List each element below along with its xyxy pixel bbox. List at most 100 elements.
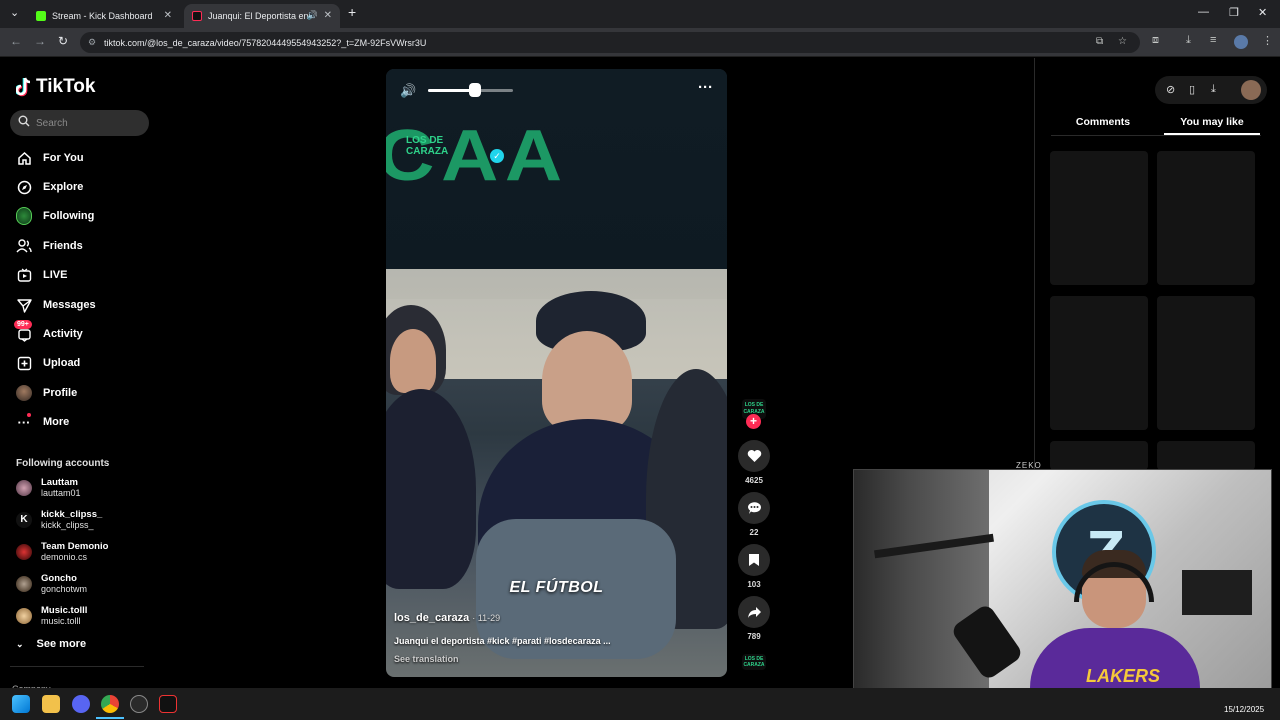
suggested-video-thumbnail[interactable]	[1157, 441, 1255, 470]
install-app-icon[interactable]: ⧉	[1096, 36, 1103, 47]
video-author[interactable]: los_de_caraza · 11-29	[394, 612, 500, 624]
taskbar: 15/12/2025	[0, 688, 1280, 720]
tab-close-icon[interactable]: ✕	[164, 10, 172, 21]
nav-live[interactable]: LIVE	[16, 264, 67, 286]
tiktok-note-icon	[14, 77, 32, 97]
chrome-icon[interactable]	[101, 695, 119, 713]
close-window-icon[interactable]: ✕	[1258, 6, 1267, 19]
nav-label: Following	[43, 210, 95, 222]
comment-button[interactable]	[738, 492, 770, 524]
active-app-indicator	[96, 717, 124, 719]
suggested-video-thumbnail[interactable]	[1050, 296, 1148, 430]
nav-label: Explore	[43, 181, 84, 193]
messages-icon	[16, 297, 32, 313]
extensions-icon[interactable]: ⧈	[1152, 34, 1159, 47]
bookmark-star-icon[interactable]: ☆	[1118, 36, 1127, 47]
video-more-options-icon[interactable]: ···	[698, 79, 713, 96]
nav-friends[interactable]: Friends	[16, 235, 83, 257]
tab-tiktok-video[interactable]: Juanqui: El Deportista en A 🔊 ✕	[184, 4, 340, 28]
tab-search-icon[interactable]: ⌄	[10, 6, 19, 19]
discord-icon[interactable]	[72, 695, 90, 713]
browser-toolbar: ← → ↻ ⚙ tiktok.com/@los_de_caraza/video/…	[0, 28, 1280, 57]
minimize-icon[interactable]: —	[1198, 6, 1209, 18]
browser-menu-icon[interactable]: ⋮	[1262, 34, 1273, 47]
nav-activity[interactable]: 99+ Activity	[14, 320, 83, 345]
friends-icon	[16, 238, 32, 254]
save-button[interactable]	[738, 544, 770, 576]
nav-messages[interactable]: Messages	[16, 294, 96, 316]
share-button[interactable]	[738, 596, 770, 628]
user-avatar[interactable]	[1241, 80, 1261, 100]
upload-icon	[16, 355, 32, 371]
like-button[interactable]	[738, 440, 770, 472]
bookmark-icon	[749, 554, 759, 566]
music-disc[interactable]: LOS DE CARAZA	[742, 654, 766, 670]
video-description[interactable]: Juanqui el deportista #kick #parati #los…	[394, 636, 611, 646]
windows-start-icon[interactable]	[12, 695, 30, 713]
tabs-divider	[1051, 135, 1261, 136]
suggested-video-thumbnail[interactable]	[1050, 151, 1148, 285]
video-player[interactable]: CAA LOS DE CARAZA ✓ 🔊 ··· EL FÚTBOL los_…	[386, 69, 727, 677]
account-music-tolll[interactable]: Music.tolll music.tolll	[16, 604, 87, 628]
nav-upload[interactable]: Upload	[16, 352, 80, 374]
reload-icon[interactable]: ↻	[58, 34, 68, 48]
home-icon	[16, 150, 32, 166]
account-username: demonio.cs	[41, 552, 88, 562]
account-display-name: kickk_clipss_	[41, 509, 103, 520]
account-display-name: Team Demonio	[41, 541, 109, 552]
volume-icon[interactable]: 🔊	[400, 83, 416, 99]
obs-icon[interactable]	[130, 695, 148, 713]
suggested-video-thumbnail[interactable]	[1157, 151, 1255, 285]
account-team-demonio[interactable]: Team Demonio demonio.cs	[16, 540, 108, 564]
tab-kick-dashboard[interactable]: Stream - Kick Dashboard ✕	[28, 4, 180, 28]
chevron-down-icon: ⌄	[16, 638, 24, 649]
forward-icon[interactable]: →	[34, 34, 46, 48]
comment-count: 22	[749, 528, 759, 537]
downloads-icon[interactable]: ⤓	[1186, 34, 1191, 47]
shirt-text: LAKERS	[1086, 666, 1161, 686]
nav-profile[interactable]: Profile	[16, 382, 77, 404]
suggested-video-thumbnail[interactable]	[1157, 296, 1255, 430]
new-tab-button[interactable]: +	[348, 4, 356, 20]
nav-explore[interactable]: Explore	[16, 176, 83, 198]
nav-for-you[interactable]: For You	[16, 147, 84, 169]
restore-icon[interactable]: ❐	[1229, 6, 1239, 19]
media-controls-icon[interactable]: ≡	[1210, 34, 1216, 46]
account-lauttam[interactable]: Lauttam lauttam01	[16, 476, 81, 500]
webcam-overlay: Z LAKERS Ƶ	[853, 469, 1272, 707]
tab-you-may-like[interactable]: You may like	[1162, 116, 1262, 128]
search-input[interactable]: Search	[10, 110, 149, 136]
right-panel: ⊘ ▯ ⤓ Comments You may like	[1034, 58, 1280, 470]
nav-label: Upload	[43, 357, 81, 369]
see-more-label: See more	[36, 638, 87, 650]
tab-comments[interactable]: Comments	[1053, 116, 1153, 128]
back-icon[interactable]: ←	[10, 34, 22, 48]
nav-label: More	[43, 416, 70, 428]
address-bar[interactable]: ⚙ tiktok.com/@los_de_caraza/video/757820…	[80, 32, 1140, 53]
screen: ⌄ Stream - Kick Dashboard ✕ Juanqui: El …	[0, 0, 1280, 720]
nav-following[interactable]: Following	[16, 205, 94, 227]
tiktok-logo[interactable]: TikTok	[14, 76, 95, 98]
account-goncho[interactable]: Goncho gonchotwm	[16, 572, 87, 596]
app-icon[interactable]	[159, 695, 177, 713]
active-tab-indicator	[1164, 133, 1260, 135]
share-count: 789	[747, 632, 761, 641]
follow-plus-button[interactable]: +	[746, 414, 761, 429]
tab-close-icon[interactable]: ✕	[324, 10, 332, 21]
tiktok-favicon-icon	[192, 11, 202, 21]
nav-more[interactable]: ··· More	[16, 411, 69, 433]
following-accounts-title: Following accounts	[16, 458, 110, 469]
download-icon[interactable]: ⤓	[1211, 83, 1216, 96]
site-info-icon[interactable]: ⚙	[88, 37, 96, 48]
see-translation-link[interactable]: See translation	[394, 654, 459, 664]
browser-profile-avatar[interactable]	[1234, 35, 1248, 49]
account-kickk-clipss[interactable]: K kickk_clipss_ kickk_clipss_	[16, 508, 102, 532]
volume-thumb[interactable]	[468, 83, 481, 97]
suggested-video-thumbnail[interactable]	[1050, 441, 1148, 470]
mobile-icon[interactable]: ▯	[1189, 83, 1195, 96]
tab-audio-icon[interactable]: 🔊	[307, 10, 318, 21]
see-more-button[interactable]: ⌄ See more	[16, 638, 86, 650]
account-avatar	[16, 480, 32, 496]
compass-icon[interactable]: ⊘	[1166, 83, 1175, 96]
file-explorer-icon[interactable]	[42, 695, 60, 713]
